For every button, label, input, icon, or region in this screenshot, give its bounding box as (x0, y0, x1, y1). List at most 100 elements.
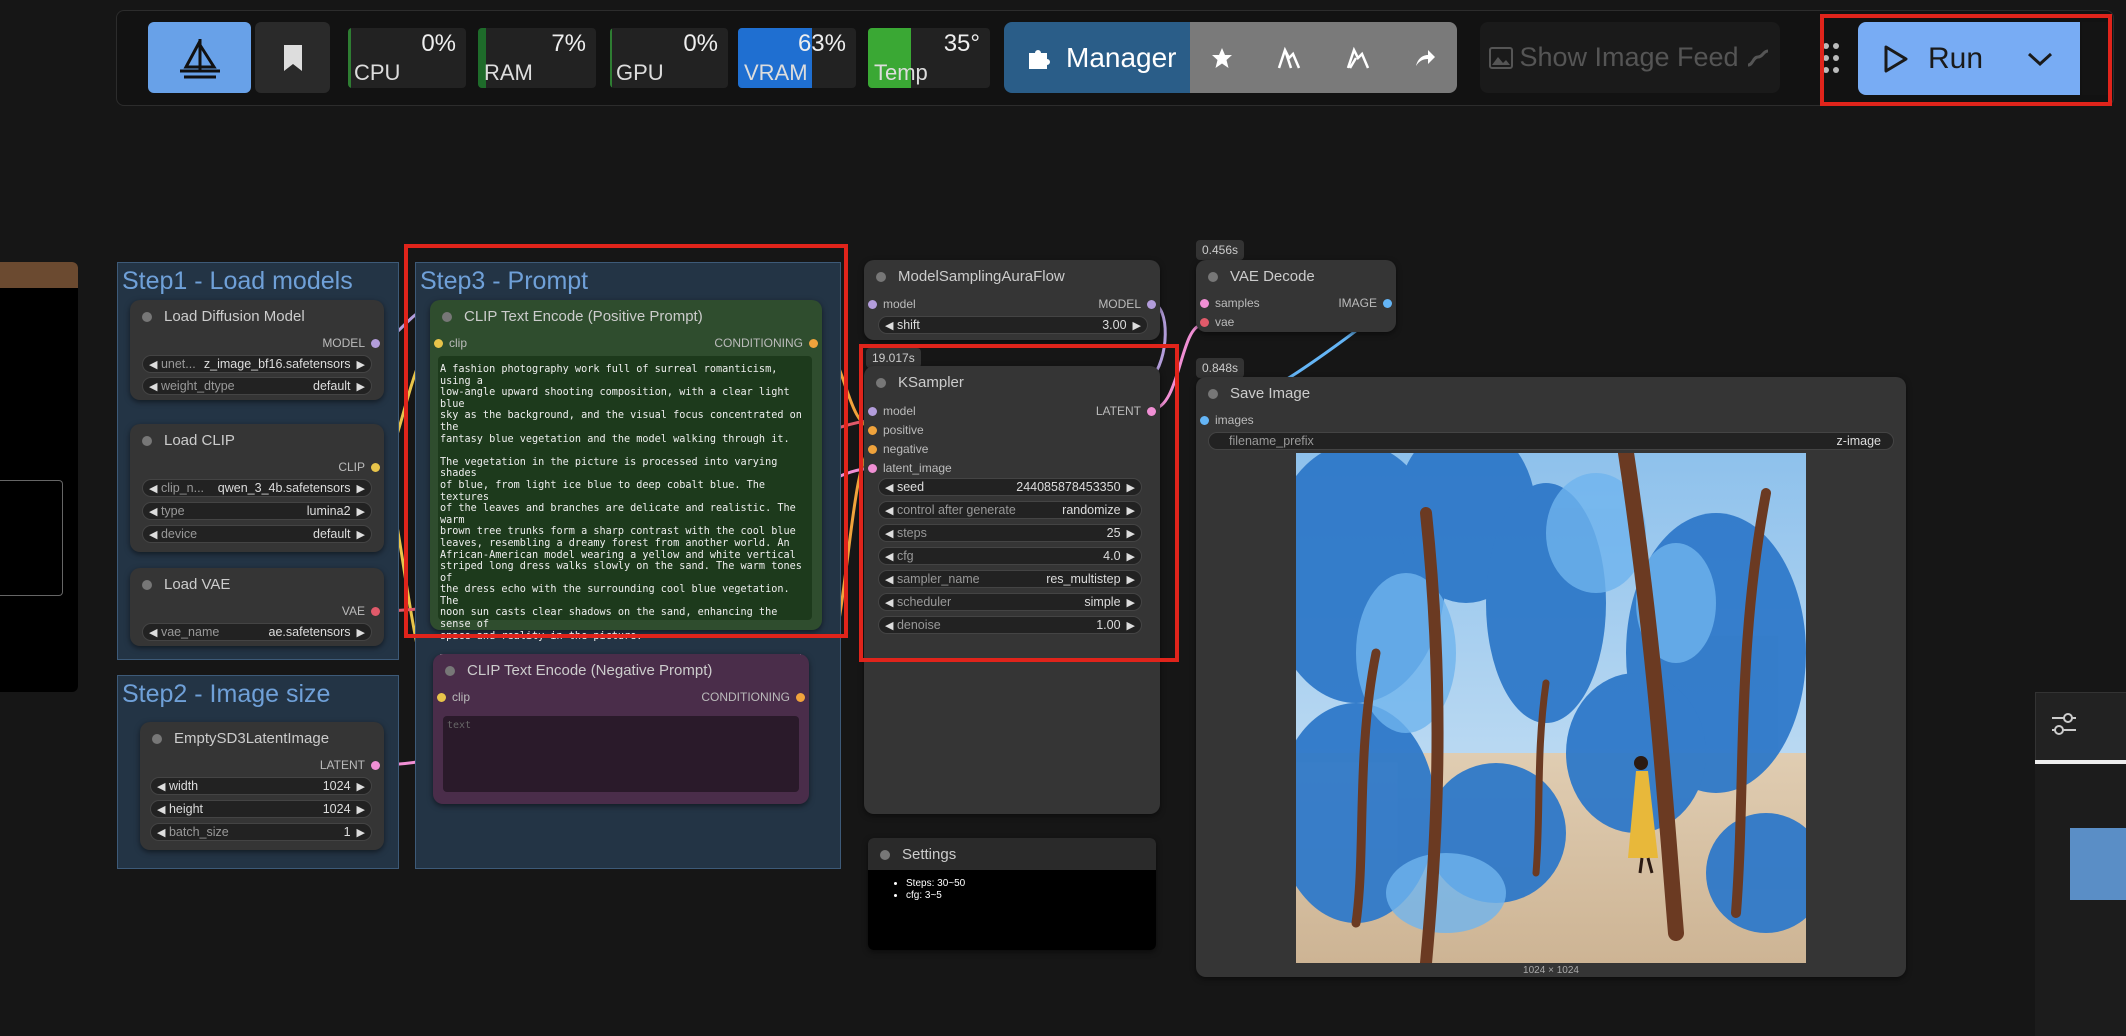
widget-value: qwen_3_4b.safetensors (217, 481, 351, 495)
group-step2-title: Step2 - Image size (122, 680, 331, 708)
widget-device[interactable]: ◀ device default ▶ (142, 525, 372, 543)
widget-batch-size[interactable]: ◀ batch_size 1 ▶ (150, 823, 372, 841)
output-slot-clip[interactable]: CLIP (338, 460, 380, 474)
widget-width[interactable]: ◀ width 1024 ▶ (150, 777, 372, 795)
node-title-wrap: Load VAE (142, 576, 230, 593)
arrow-right-icon[interactable]: ▶ (1133, 320, 1141, 332)
widget-shift[interactable]: ◀ shift 3.00 ▶ (878, 316, 1148, 334)
vae-decode-time-badge: 0.456s (1196, 240, 1245, 260)
output-slot-image[interactable]: IMAGE (1338, 296, 1392, 310)
input-slot-images[interactable]: images (1200, 413, 1254, 427)
arrow-right-icon[interactable]: ▶ (357, 381, 365, 393)
input-slot-clip[interactable]: clip (437, 690, 470, 704)
slot-dot[interactable] (1383, 298, 1392, 308)
widget-height[interactable]: ◀ height 1024 ▶ (150, 800, 372, 818)
settings-list: Steps: 30~50 cfg: 3~5 (882, 878, 965, 902)
node-save-image[interactable]: Save Image images filename_prefix z-image (1196, 377, 1906, 977)
arrow-left-icon[interactable]: ◀ (885, 320, 893, 332)
widget-weight-dtype[interactable]: ◀ weight_dtype default ▶ (142, 377, 372, 395)
node-title-wrap: VAE Decode (1208, 268, 1315, 285)
widget-value: 1024 (322, 802, 351, 816)
node-model-sampling-auraflow[interactable]: ModelSamplingAuraFlow model MODEL ◀ shif… (864, 260, 1160, 340)
arrow-right-icon[interactable]: ▶ (357, 529, 365, 541)
node-title-wrap: Save Image (1208, 385, 1310, 402)
arrow-right-icon[interactable]: ▶ (357, 483, 365, 495)
collapse-dot-icon[interactable] (876, 271, 886, 282)
arrow-left-icon[interactable]: ◀ (149, 506, 157, 518)
arrow-left-icon[interactable]: ◀ (149, 483, 157, 495)
output-slot-model[interactable]: MODEL (1098, 297, 1156, 311)
arrow-right-icon[interactable]: ▶ (357, 627, 365, 639)
output-image[interactable] (1296, 453, 1806, 963)
input-slot-model[interactable]: model (868, 297, 916, 311)
slot-label: MODEL (1098, 297, 1141, 311)
output-slot-model[interactable]: MODEL (322, 336, 380, 350)
node-load-vae[interactable]: Load VAE VAE ◀ vae_name ae.safetensors ▶ (130, 568, 384, 646)
widget-vae-name[interactable]: ◀ vae_name ae.safetensors ▶ (142, 623, 372, 641)
slot-dot[interactable] (868, 299, 877, 309)
slot-dot[interactable] (1200, 298, 1209, 308)
widget-label: clip_n... (160, 481, 205, 495)
collapse-dot-icon[interactable] (142, 311, 152, 322)
negative-prompt-textarea[interactable]: text (443, 716, 799, 792)
output-slot-conditioning[interactable]: CONDITIONING (701, 690, 805, 704)
widget-clip-name[interactable]: ◀ clip_n... qwen_3_4b.safetensors ▶ (142, 479, 372, 497)
widget-value: 3.00 (1102, 318, 1127, 332)
slot-label: VAE (341, 604, 365, 618)
arrow-left-icon[interactable]: ◀ (149, 529, 157, 541)
input-slot-vae[interactable]: vae (1200, 315, 1234, 329)
collapse-dot-icon[interactable] (445, 665, 455, 676)
group-step1-title: Step1 - Load models (122, 267, 353, 295)
slot-label: LATENT (319, 758, 365, 772)
arrow-left-icon[interactable]: ◀ (157, 827, 165, 839)
widget-type[interactable]: ◀ type lumina2 ▶ (142, 502, 372, 520)
collapse-dot-icon[interactable] (142, 579, 152, 590)
slot-dot[interactable] (1200, 317, 1209, 327)
node-load-clip[interactable]: Load CLIP CLIP ◀ clip_n... qwen_3_4b.safe… (130, 424, 384, 552)
slot-label: model (883, 297, 916, 311)
slot-dot[interactable] (371, 606, 380, 616)
slot-dot[interactable] (437, 692, 446, 702)
node-title-wrap: Load CLIP (142, 432, 235, 449)
node-vae-decode[interactable]: VAE Decode samples vae IMAGE (1196, 260, 1396, 332)
node-title-wrap: CLIP Text Encode (Negative Prompt) (445, 662, 712, 679)
node-empty-sd3-latent-image[interactable]: EmptySD3LatentImage LATENT ◀ width 1024 ▶ … (140, 722, 384, 850)
collapse-dot-icon[interactable] (142, 435, 152, 446)
slot-dot[interactable] (371, 462, 380, 472)
slot-label: images (1215, 413, 1254, 427)
arrow-left-icon[interactable]: ◀ (157, 804, 165, 816)
widget-value: lumina2 (306, 504, 351, 518)
node-clip-text-encode-negative[interactable]: CLIP Text Encode (Negative Prompt) clip … (433, 654, 809, 804)
slot-dot[interactable] (371, 760, 380, 770)
highlight-ksampler (859, 344, 1179, 662)
node-title: Load VAE (164, 576, 231, 593)
collapse-dot-icon[interactable] (1208, 388, 1218, 399)
output-slot-vae[interactable]: VAE (342, 604, 380, 618)
collapse-dot-icon[interactable] (152, 733, 162, 744)
widget-unet-name[interactable]: ◀ unet... z_image_bf16.safetensors ▶ (142, 355, 372, 373)
slot-dot[interactable] (371, 338, 380, 348)
node-title: EmptySD3LatentImage (174, 730, 330, 747)
arrow-left-icon[interactable]: ◀ (149, 359, 157, 371)
arrow-right-icon[interactable]: ▶ (357, 781, 365, 793)
arrow-left-icon[interactable]: ◀ (157, 781, 165, 793)
collapse-dot-icon[interactable] (880, 849, 890, 860)
slot-label: samples (1215, 296, 1260, 310)
input-slot-samples[interactable]: samples (1200, 296, 1260, 310)
arrow-left-icon[interactable]: ◀ (149, 381, 157, 393)
widget-value: z_image_bf16.safetensors (203, 357, 351, 371)
collapse-dot-icon[interactable] (1208, 271, 1218, 282)
arrow-right-icon[interactable]: ▶ (357, 506, 365, 518)
slot-label: IMAGE (1338, 296, 1377, 310)
arrow-right-icon[interactable]: ▶ (357, 827, 365, 839)
arrow-left-icon[interactable]: ◀ (149, 627, 157, 639)
slot-dot[interactable] (1147, 299, 1156, 309)
node-settings-note[interactable]: Settings Steps: 30~50 cfg: 3~5 (868, 838, 1156, 950)
slot-dot[interactable] (796, 692, 805, 702)
node-load-diffusion-model[interactable]: Load Diffusion Model MODEL ◀ unet... z_im… (130, 300, 384, 400)
slot-dot[interactable] (1200, 415, 1209, 425)
arrow-right-icon[interactable]: ▶ (357, 804, 365, 816)
widget-filename-prefix[interactable]: filename_prefix z-image (1208, 432, 1894, 450)
output-slot-latent[interactable]: LATENT (320, 758, 380, 772)
arrow-right-icon[interactable]: ▶ (357, 359, 365, 371)
